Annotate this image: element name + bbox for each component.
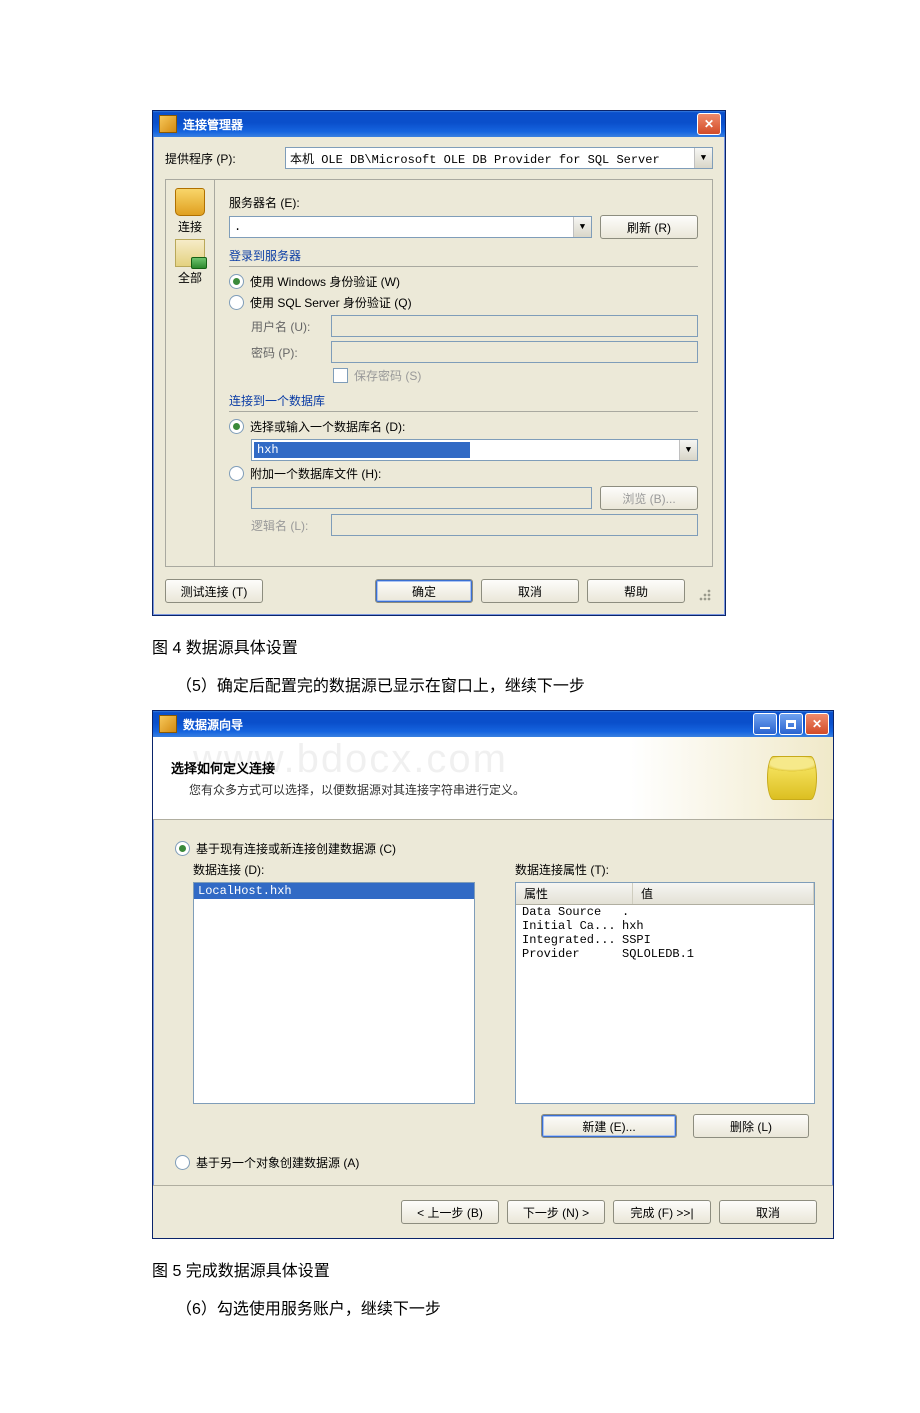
window-title: 数据源向导: [183, 716, 243, 733]
maximize-icon[interactable]: [779, 713, 803, 735]
database-cylinder-icon: [767, 756, 817, 800]
step5-text: （5）确定后配置完的数据源已显示在窗口上，继续下一步: [152, 672, 920, 696]
titlebar[interactable]: 连接管理器 ✕: [153, 111, 725, 137]
radio-select-db[interactable]: 选择或输入一个数据库名 (D):: [229, 418, 698, 435]
password-field: [331, 341, 698, 363]
chevron-down-icon[interactable]: ▼: [694, 148, 712, 168]
app-icon: [159, 115, 177, 133]
connection-manager-dialog: 连接管理器 ✕ 提供程序 (P): 本机 OLE DB\Microsoft OL…: [152, 110, 726, 616]
figure4-caption: 图 4 数据源具体设置: [152, 634, 920, 658]
table-row: Initial Ca...hxh: [516, 919, 814, 933]
tab-connect[interactable]: 连接: [175, 188, 205, 235]
list-item[interactable]: LocalHost.hxh: [194, 883, 474, 899]
table-row: Data Source.: [516, 905, 814, 919]
test-connection-button[interactable]: 测试连接 (T): [165, 579, 263, 603]
checkbox-icon: [333, 368, 348, 383]
radio-icon: [175, 841, 190, 856]
next-button[interactable]: 下一步 (N) >: [507, 1200, 605, 1224]
data-source-wizard-dialog: 数据源向导 ✕ www.bdocx.com 选择如何定义连接 您有众多方式可以选…: [152, 710, 834, 1239]
wizard-title: 选择如何定义连接: [171, 758, 525, 777]
radio-winauth[interactable]: 使用 Windows 身份验证 (W): [229, 273, 698, 290]
radio-sqlauth[interactable]: 使用 SQL Server 身份验证 (Q): [229, 294, 698, 311]
wizard-header: www.bdocx.com 选择如何定义连接 您有众多方式可以选择，以便数据源对…: [153, 737, 833, 820]
new-button[interactable]: 新建 (E)...: [541, 1114, 677, 1138]
chevron-down-icon[interactable]: ▼: [679, 440, 697, 460]
db-name-combo[interactable]: hxh ▼: [251, 439, 698, 461]
section-login: 登录到服务器: [229, 245, 698, 267]
delete-button[interactable]: 删除 (L): [693, 1114, 809, 1138]
wizard-subtitle: 您有众多方式可以选择，以便数据源对其连接字符串进行定义。: [189, 781, 525, 798]
server-name-label: 服务器名 (E):: [229, 194, 300, 211]
help-button[interactable]: 帮助: [587, 579, 685, 603]
radio-icon: [229, 295, 244, 310]
password-label: 密码 (P):: [251, 344, 331, 361]
radio-attach-db[interactable]: 附加一个数据库文件 (H):: [229, 465, 698, 482]
save-password-check: 保存密码 (S): [333, 367, 698, 384]
browse-button: 浏览 (B)...: [600, 486, 698, 510]
username-field: [331, 315, 698, 337]
username-label: 用户名 (U):: [251, 318, 331, 335]
table-row: Integrated...SSPI: [516, 933, 814, 947]
refresh-button[interactable]: 刷新 (R): [600, 215, 698, 239]
table-header: 属性 值: [516, 883, 814, 905]
figure5-caption: 图 5 完成数据源具体设置: [152, 1257, 920, 1281]
chevron-down-icon[interactable]: ▼: [573, 217, 591, 237]
provider-label: 提供程序 (P):: [165, 150, 285, 167]
cancel-button[interactable]: 取消: [719, 1200, 817, 1224]
provider-combo[interactable]: 本机 OLE DB\Microsoft OLE DB Provider for …: [285, 147, 713, 169]
radio-existing[interactable]: 基于现有连接或新连接创建数据源 (C): [175, 840, 815, 857]
side-tabs: 连接 全部: [165, 179, 214, 567]
radio-other-object[interactable]: 基于另一个对象创建数据源 (A): [175, 1154, 815, 1171]
logical-name-field: [331, 514, 698, 536]
ok-button[interactable]: 确定: [375, 579, 473, 603]
close-icon[interactable]: ✕: [697, 113, 721, 135]
section-db: 连接到一个数据库: [229, 390, 698, 412]
titlebar[interactable]: 数据源向导 ✕: [153, 711, 833, 737]
logical-name-label: 逻辑名 (L):: [251, 517, 331, 534]
radio-icon: [229, 274, 244, 289]
props-listview[interactable]: 属性 值 Data Source. Initial Ca...hxh Integ…: [515, 882, 815, 1104]
minimize-icon[interactable]: [753, 713, 777, 735]
finish-button[interactable]: 完成 (F) >>|: [613, 1200, 711, 1224]
attach-file-field: [251, 487, 592, 509]
close-icon[interactable]: ✕: [805, 713, 829, 735]
radio-icon: [175, 1155, 190, 1170]
app-icon: [159, 715, 177, 733]
tab-all[interactable]: 全部: [175, 239, 205, 286]
radio-icon: [229, 466, 244, 481]
table-row: ProviderSQLOLEDB.1: [516, 947, 814, 961]
connection-props-label: 数据连接属性 (T):: [515, 861, 815, 878]
radio-icon: [229, 419, 244, 434]
server-name-combo[interactable]: . ▼: [229, 216, 592, 238]
table-body: Data Source. Initial Ca...hxh Integrated…: [516, 905, 814, 961]
cancel-button[interactable]: 取消: [481, 579, 579, 603]
resize-grip-icon[interactable]: [697, 587, 713, 603]
step6-text: （6）勾选使用服务账户，继续下一步: [152, 1295, 920, 1319]
data-connections-label: 数据连接 (D):: [193, 861, 493, 878]
back-button[interactable]: < 上一步 (B): [401, 1200, 499, 1224]
connections-listbox[interactable]: LocalHost.hxh: [193, 882, 475, 1104]
provider-value: 本机 OLE DB\Microsoft OLE DB Provider for …: [286, 150, 694, 167]
folder-icon: [175, 239, 205, 267]
database-icon: [175, 188, 205, 216]
window-title: 连接管理器: [183, 116, 243, 133]
